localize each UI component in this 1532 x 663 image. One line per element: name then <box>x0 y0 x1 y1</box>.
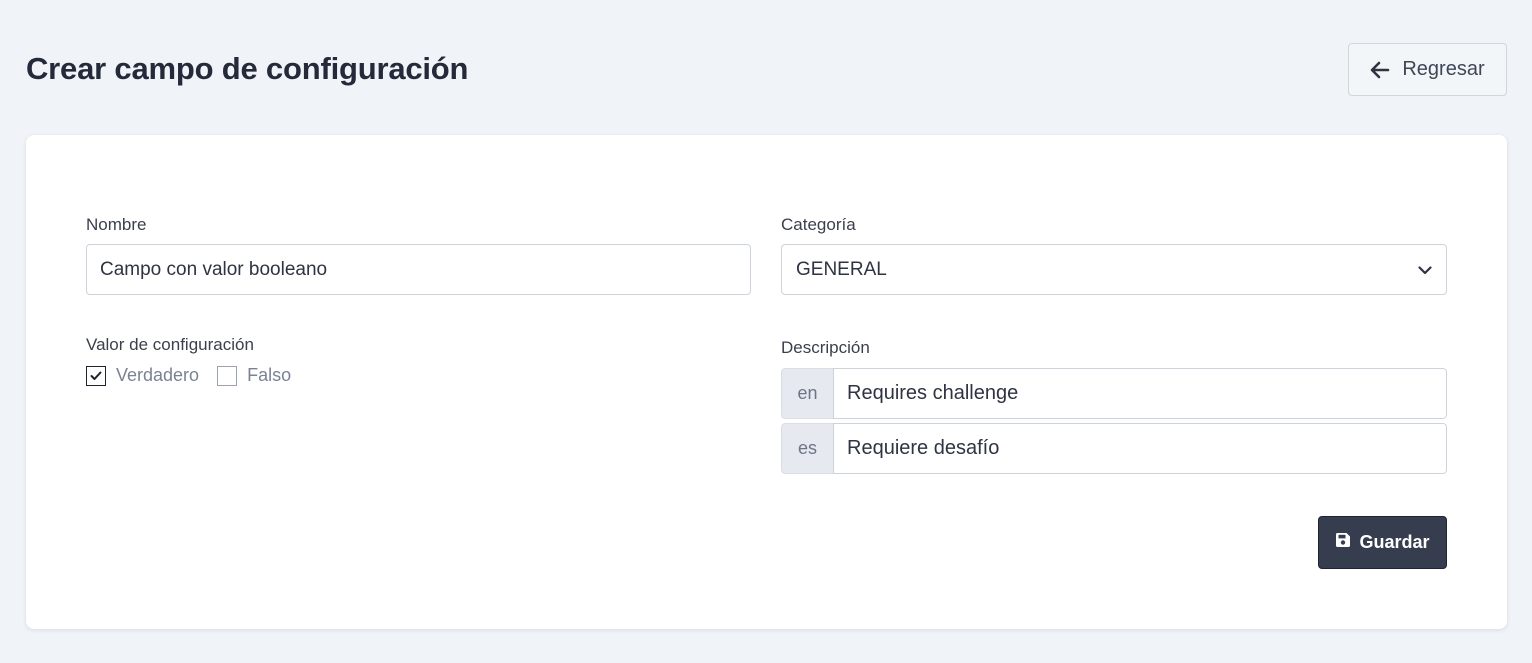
option-false-label: Falso <box>247 365 292 385</box>
floppy-disk-icon <box>1335 532 1351 553</box>
category-label: Categoría <box>781 215 856 234</box>
page: Crear campo de configuración Regresar No… <box>0 0 1532 663</box>
name-input-value: Campo con valor booleano <box>100 258 328 280</box>
save-button[interactable]: Guardar <box>1318 516 1447 569</box>
page-title: Crear campo de configuración <box>26 51 469 86</box>
config-value-options: Verdadero Falso <box>86 365 309 386</box>
category-select[interactable]: GENERAL <box>781 244 1447 295</box>
description-label: Descripción <box>781 338 870 357</box>
back-button-label: Regresar <box>1402 58 1485 80</box>
chevron-down-icon <box>1418 259 1432 281</box>
lang-addon-en: en <box>781 368 833 419</box>
name-input[interactable]: Campo con valor booleano <box>86 244 751 295</box>
checkmark-icon <box>90 371 102 380</box>
option-false[interactable]: Falso <box>217 365 291 386</box>
form-card: Nombre Campo con valor booleano Categorí… <box>26 135 1507 629</box>
save-button-label: Guardar <box>1359 532 1430 552</box>
config-value-label: Valor de configuración <box>86 335 254 354</box>
description-input-en[interactable]: Requires challenge <box>833 368 1447 419</box>
description-row-en: en Requires challenge <box>781 368 1447 419</box>
description-input-es-value: Requiere desafío <box>847 437 1000 459</box>
category-select-value: GENERAL <box>796 258 887 280</box>
checkbox-false[interactable] <box>217 365 238 386</box>
lang-addon-es: es <box>781 423 833 474</box>
back-button[interactable]: Regresar <box>1348 43 1507 96</box>
description-input-es[interactable]: Requiere desafío <box>833 423 1447 474</box>
option-true-label: Verdadero <box>116 365 200 385</box>
description-input-en-value: Requires challenge <box>847 382 1019 404</box>
description-row-es: es Requiere desafío <box>781 423 1447 474</box>
option-true[interactable]: Verdadero <box>86 365 199 386</box>
arrow-left-icon <box>1370 61 1390 79</box>
name-label: Nombre <box>86 215 147 234</box>
checkbox-true[interactable] <box>86 365 106 386</box>
